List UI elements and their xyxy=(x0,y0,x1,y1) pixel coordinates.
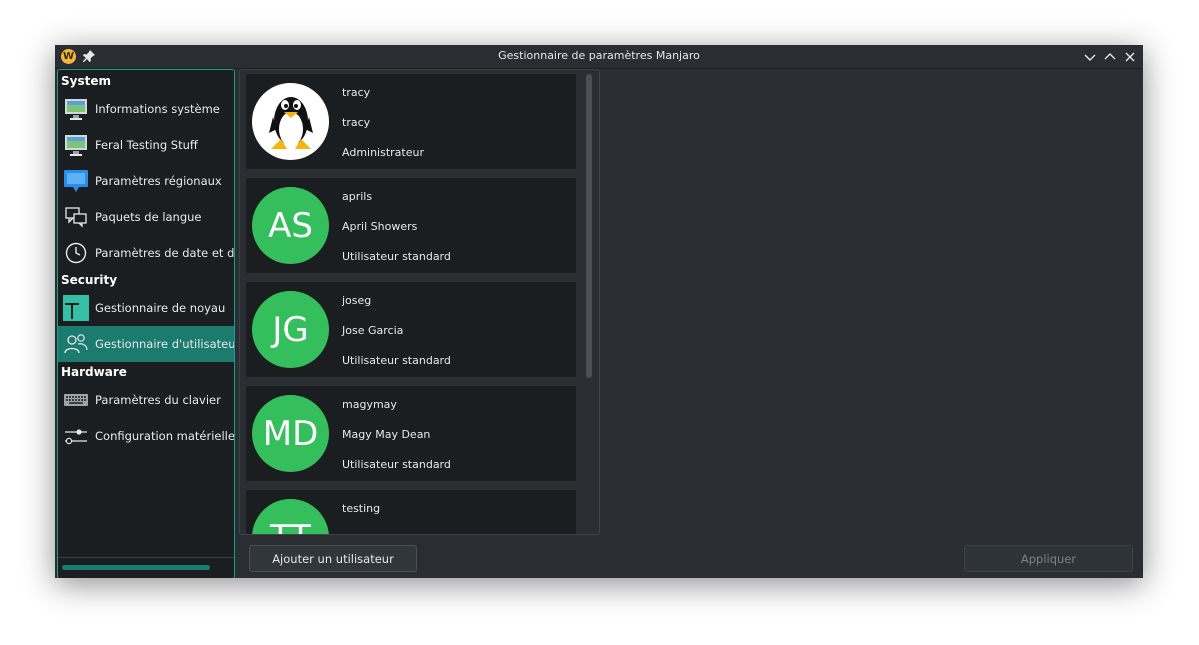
keyboard-icon xyxy=(63,387,89,413)
sidebar-item-label: Paramètres du clavier xyxy=(95,393,221,407)
user-list: tracy tracy Administrateur AS aprils Apr… xyxy=(239,69,600,535)
user-role: Utilisateur standard xyxy=(342,458,451,471)
user-fullname: April Showers xyxy=(342,220,418,233)
section-header-hardware: Hardware xyxy=(61,365,127,379)
sidebar-divider xyxy=(58,557,234,558)
user-fullname: Magy May Dean xyxy=(342,428,431,441)
minimize-button[interactable] xyxy=(1082,49,1098,65)
sidebar-horizontal-scrollbar[interactable] xyxy=(62,565,210,570)
sidebar: System Informations système Feral Testin… xyxy=(57,69,235,578)
translate-icon xyxy=(63,204,89,230)
section-header-system: System xyxy=(61,74,111,88)
user-card-magymay[interactable]: MD magymay Magy May Dean Utilisateur sta… xyxy=(246,386,576,481)
user-role: Utilisateur standard xyxy=(342,250,451,263)
sidebar-item-system-info[interactable]: Informations système xyxy=(58,91,234,127)
sidebar-item-keyboard[interactable]: Paramètres du clavier xyxy=(58,382,234,418)
user-role: Administrateur xyxy=(342,146,424,159)
sidebar-item-label: Gestionnaire d'utilisateurs xyxy=(95,337,235,351)
user-fullname: tracy xyxy=(342,116,371,129)
monitor-icon xyxy=(63,96,89,122)
sidebar-item-hardware-config[interactable]: Configuration matérielle xyxy=(58,418,234,454)
sidebar-item-label: Informations système xyxy=(95,102,220,116)
sidebar-item-label: Feral Testing Stuff xyxy=(95,138,198,152)
user-username: joseg xyxy=(342,294,372,307)
users-icon xyxy=(63,331,89,357)
user-role: Utilisateur standard xyxy=(342,354,451,367)
sidebar-item-label: Paquets de langue xyxy=(95,210,202,224)
user-username: tracy xyxy=(342,86,371,99)
section-header-security: Security xyxy=(61,273,118,287)
sidebar-item-language-packs[interactable]: Paquets de langue xyxy=(58,199,234,235)
user-avatar: TT xyxy=(252,499,329,534)
sidebar-item-date-time[interactable]: Paramètres de date et d'heure xyxy=(58,235,234,271)
sidebar-item-label: Paramètres de date et d'heure xyxy=(95,246,235,260)
user-username: magymay xyxy=(342,398,397,411)
monitor-icon xyxy=(63,132,89,158)
clock-icon xyxy=(63,240,89,266)
user-list-scrollbar-thumb[interactable] xyxy=(586,74,592,378)
sidebar-item-regional[interactable]: Paramètres régionaux xyxy=(58,163,234,199)
sidebar-item-kernel-manager[interactable]: Gestionnaire de noyau xyxy=(58,290,234,326)
add-user-button[interactable]: Ajouter un utilisateur xyxy=(249,545,417,572)
user-avatar: MD xyxy=(252,395,329,472)
close-button[interactable] xyxy=(1122,49,1138,65)
window-title: Gestionnaire de paramètres Manjaro xyxy=(498,49,700,62)
sidebar-item-feral-testing[interactable]: Feral Testing Stuff xyxy=(58,127,234,163)
user-card-aprils[interactable]: AS aprils April Showers Utilisateur stan… xyxy=(246,178,576,273)
chat-bubble-icon xyxy=(63,168,89,194)
app-window: W Gestionnaire de paramètres Manjaro Sys… xyxy=(55,45,1143,578)
sliders-icon xyxy=(63,423,89,449)
sidebar-item-label: Paramètres régionaux xyxy=(95,174,222,188)
user-avatar: JG xyxy=(252,291,329,368)
user-card-tracy[interactable]: tracy tracy Administrateur xyxy=(246,74,576,169)
user-fullname: Jose Garcia xyxy=(342,324,404,337)
user-card-testing[interactable]: TT testing xyxy=(246,490,576,534)
manjaro-logo-icon xyxy=(63,295,89,321)
sidebar-item-label: Configuration matérielle xyxy=(95,429,235,443)
user-card-joseg[interactable]: JG joseg Jose Garcia Utilisateur standar… xyxy=(246,282,576,377)
apply-button[interactable]: Appliquer xyxy=(964,545,1133,572)
sidebar-item-user-manager[interactable]: Gestionnaire d'utilisateurs xyxy=(58,326,234,362)
sidebar-item-label: Gestionnaire de noyau xyxy=(95,301,226,315)
title-bar: W Gestionnaire de paramètres Manjaro xyxy=(55,45,1143,69)
user-avatar: AS xyxy=(252,187,329,264)
tux-icon xyxy=(252,83,329,160)
user-username: testing xyxy=(342,502,381,515)
user-username: aprils xyxy=(342,190,373,203)
maximize-button[interactable] xyxy=(1102,49,1118,65)
